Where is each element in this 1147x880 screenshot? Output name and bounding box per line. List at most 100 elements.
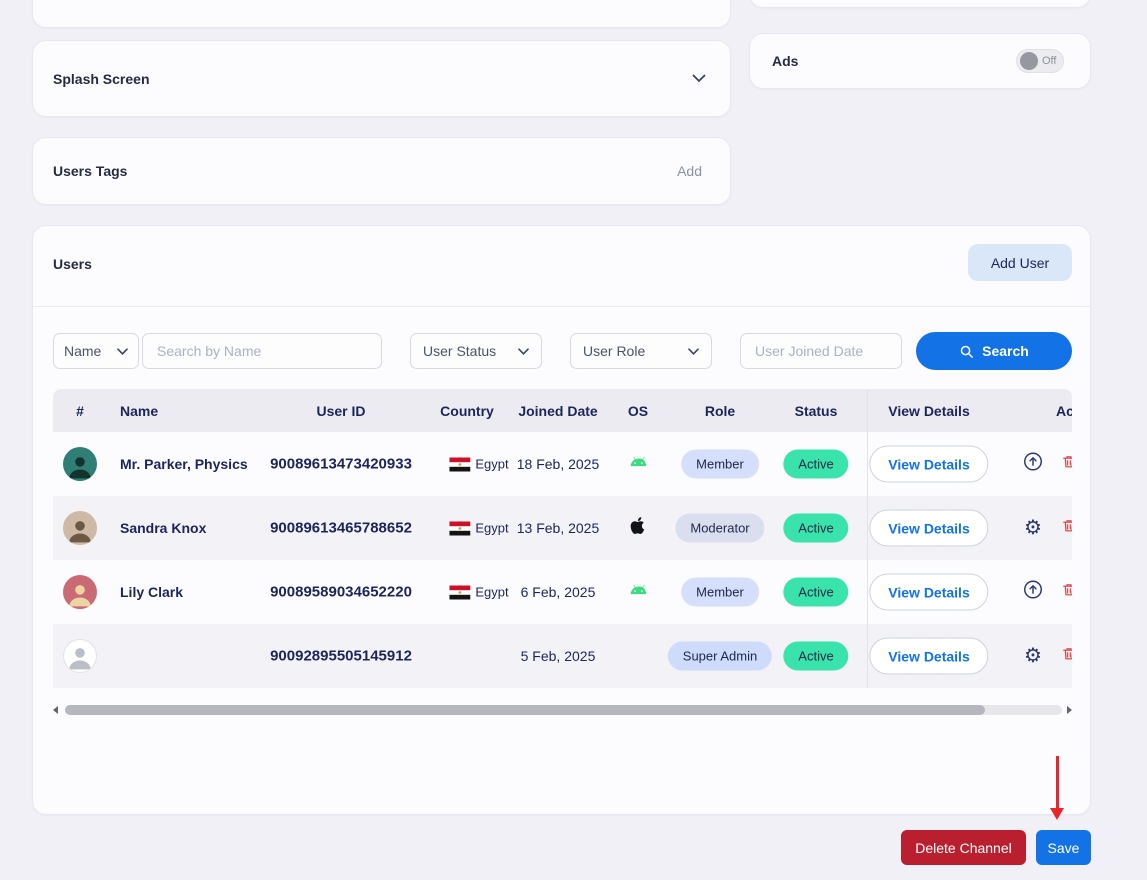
col-header-status: Status [795, 403, 838, 419]
add-user-button[interactable]: Add User [968, 244, 1072, 281]
egypt-flag-icon [449, 457, 470, 471]
country-label: Egypt [475, 457, 508, 472]
col-header-role: Role [705, 403, 735, 419]
col-header-actions: Ac [1056, 403, 1072, 419]
scroll-right-arrow-icon[interactable] [1067, 706, 1072, 714]
role-badge: Super Admin [668, 642, 772, 671]
joined-date: 6 Feb, 2025 [521, 584, 596, 600]
delete-user-icon[interactable] [1061, 453, 1072, 476]
splash-screen-card[interactable]: Splash Screen [32, 40, 731, 117]
partial-card-top-right [749, 0, 1091, 8]
avatar [63, 639, 97, 673]
role-badge: Member [681, 450, 759, 479]
status-badge: Active [783, 642, 848, 671]
view-details-button[interactable]: View Details [869, 574, 988, 611]
avatar [63, 575, 97, 609]
col-header-os: OS [628, 403, 648, 419]
joined-date: 5 Feb, 2025 [521, 648, 596, 664]
search-button-label: Search [982, 343, 1029, 359]
user-name: Lily Clark [120, 584, 183, 600]
android-icon [627, 583, 649, 601]
status-badge: Active [783, 578, 848, 607]
user-settings-icon[interactable]: ⚙ [1024, 518, 1042, 538]
avatar [63, 447, 97, 481]
table-row: Lily Clark 90089589034652220 Egypt 6 Feb, 2… [53, 560, 1072, 624]
table-row: 90092895505145912 5 Feb, 2025 Super Admin A… [53, 624, 1072, 688]
status-badge: Active [783, 514, 848, 543]
promote-user-icon[interactable] [1022, 451, 1044, 478]
country-label: Egypt [475, 521, 508, 536]
user-joined-date-input[interactable] [740, 333, 902, 369]
col-header-view: View Details [888, 403, 969, 419]
scroll-left-arrow-icon[interactable] [53, 706, 58, 714]
users-title: Users [53, 256, 92, 272]
save-button[interactable]: Save [1036, 830, 1091, 865]
users-table: # Name User ID Country Joined Date OS Ro… [53, 389, 1072, 688]
joined-date: 13 Feb, 2025 [517, 520, 600, 536]
add-tag-link[interactable]: Add [677, 163, 702, 179]
delete-user-icon[interactable] [1061, 581, 1072, 604]
chevron-down-icon [688, 348, 699, 355]
col-header-user-id: User ID [316, 403, 365, 419]
users-tags-title: Users Tags [53, 163, 127, 179]
horizontal-scrollbar[interactable] [53, 704, 1072, 716]
col-header-index: # [76, 403, 84, 419]
scrollbar-thumb[interactable] [65, 705, 985, 715]
chevron-down-icon[interactable] [692, 70, 706, 88]
user-id: 90092895505145912 [270, 648, 412, 665]
col-header-country: Country [440, 403, 494, 419]
country-cell: Egypt [449, 521, 508, 536]
egypt-flag-icon [449, 521, 470, 535]
view-details-button[interactable]: View Details [869, 510, 988, 547]
delete-channel-button[interactable]: Delete Channel [901, 830, 1026, 865]
role-badge: Moderator [675, 514, 764, 543]
apple-icon [631, 517, 646, 540]
view-details-button[interactable]: View Details [869, 638, 988, 675]
user-role-select[interactable]: User Role [570, 333, 712, 369]
view-details-button[interactable]: View Details [869, 446, 988, 483]
users-table-body: Mr. Parker, Physics 90089613473420933 Egyp… [53, 432, 1072, 688]
table-header-row: # Name User ID Country Joined Date OS Ro… [53, 389, 1072, 432]
name-filter-label: Name [64, 343, 101, 359]
avatar [63, 511, 97, 545]
ads-toggle[interactable]: Off [1016, 49, 1064, 73]
delete-user-icon[interactable] [1061, 517, 1072, 540]
joined-date: 18 Feb, 2025 [517, 456, 600, 472]
delete-user-icon[interactable] [1061, 645, 1072, 668]
search-button[interactable]: Search [916, 332, 1072, 370]
toggle-state-label: Off [1042, 55, 1056, 67]
table-row: Sandra Knox90089613465788652Egypt13 Feb,… [53, 496, 1072, 560]
egypt-flag-icon [449, 585, 470, 599]
user-status-label: User Status [423, 343, 496, 359]
toggle-knob-icon [1020, 52, 1038, 70]
role-badge: Member [681, 578, 759, 607]
promote-user-icon[interactable] [1022, 579, 1044, 606]
admin-channel-page: Splash Screen Users Tags Add Ads Off Use… [0, 0, 1147, 880]
status-badge: Active [783, 450, 848, 479]
user-id: 90089613465788652 [270, 520, 412, 537]
table-row: Mr. Parker, Physics 90089613473420933 Egyp… [53, 432, 1072, 496]
users-card: Users Add User Name User Status User Rol… [32, 225, 1091, 815]
column-separator [867, 389, 868, 688]
country-label: Egypt [475, 585, 508, 600]
name-filter-select[interactable]: Name [53, 333, 139, 369]
divider [33, 306, 1090, 307]
search-icon [959, 344, 974, 359]
ads-card: Ads Off [749, 33, 1091, 89]
user-id: 90089589034652220 [270, 584, 412, 601]
col-header-name: Name [120, 403, 158, 419]
country-cell: Egypt [449, 585, 508, 600]
user-name: Mr. Parker, Physics [120, 456, 248, 472]
country-cell: Egypt [449, 457, 508, 472]
user-id: 90089613473420933 [270, 456, 412, 473]
search-by-name-input[interactable] [142, 333, 382, 369]
chevron-down-icon [518, 348, 529, 355]
users-tags-card: Users Tags Add [32, 137, 731, 205]
user-settings-icon[interactable]: ⚙ [1024, 646, 1042, 666]
user-status-select[interactable]: User Status [410, 333, 542, 369]
android-icon [627, 455, 649, 473]
ads-title: Ads [772, 53, 798, 69]
col-header-joined: Joined Date [518, 403, 597, 419]
user-role-label: User Role [583, 343, 645, 359]
partial-card-top-left [32, 0, 731, 28]
